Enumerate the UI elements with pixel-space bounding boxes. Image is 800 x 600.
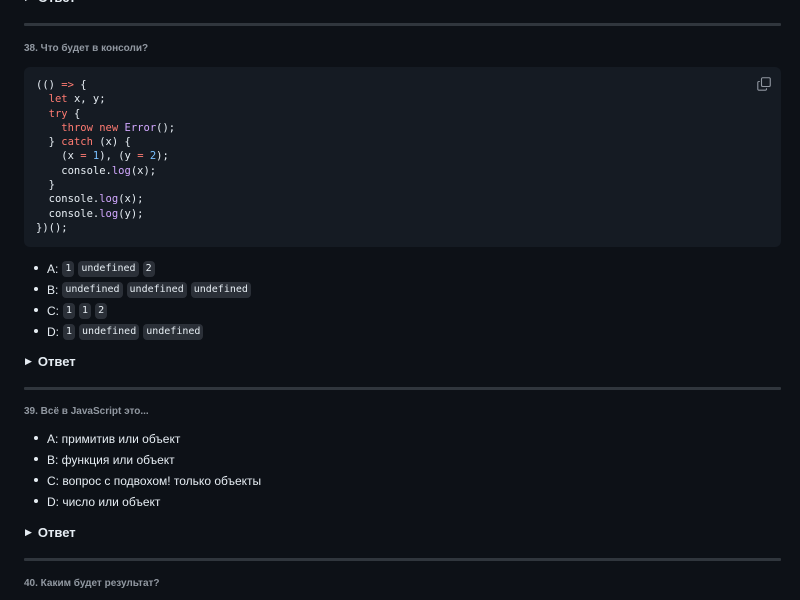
- code-token: );: [156, 150, 169, 163]
- section-divider: [24, 558, 781, 561]
- code-token: })();: [36, 221, 68, 234]
- option-item: A: примитив или объект: [24, 428, 781, 449]
- inline-code: undefined: [126, 281, 187, 298]
- question-38-options: A: 1 undefined 2 B: undefined undefined undefin…: [24, 258, 781, 342]
- inline-code: 2: [142, 260, 155, 277]
- code-token: let: [48, 93, 68, 106]
- answer-toggle-q37[interactable]: ▶ Ответ: [24, 0, 781, 8]
- code-line: (() => {: [36, 79, 87, 91]
- question-39: 39. Всё в JavaScript это... A: примитив …: [24, 406, 781, 543]
- inline-code: undefined: [78, 260, 139, 277]
- inline-code: 1: [79, 302, 92, 319]
- code-token: catch: [61, 136, 93, 149]
- option-label: C:: [47, 303, 59, 318]
- question-40-title: 40. Каким будет результат?: [24, 578, 160, 589]
- code-line: } catch (x) {: [36, 136, 131, 148]
- question-38-title: 38. Что будет в консоли?: [24, 43, 149, 54]
- option-label: D:: [47, 324, 59, 339]
- answer-toggle-q38[interactable]: ▶ Ответ: [24, 350, 781, 372]
- code-line: }: [36, 179, 55, 191]
- section-divider: [24, 23, 781, 26]
- triangle-right-icon: ▶: [25, 0, 32, 3]
- code-token: console.: [36, 193, 100, 206]
- code-token: =>: [61, 79, 74, 91]
- code-line: console.log(x);: [36, 165, 156, 177]
- inline-code: undefined: [190, 281, 251, 298]
- code-token: {: [73, 79, 87, 91]
- code-token: new: [99, 121, 119, 134]
- code-token: (x: [36, 150, 81, 163]
- code-token: ), (y: [99, 150, 138, 163]
- answer-toggle-q39[interactable]: ▶ Ответ: [24, 521, 781, 543]
- code-line: })();: [36, 222, 68, 234]
- code-line: console.log(y);: [36, 207, 144, 220]
- option-item: B: функция или объект: [24, 449, 781, 470]
- code-token: (x);: [130, 164, 157, 177]
- option-item: D: число или объект: [24, 491, 781, 512]
- code-token: }: [36, 136, 62, 149]
- question-39-options: A: примитив или объект B: функция или об…: [24, 428, 781, 512]
- triangle-right-icon: ▶: [25, 355, 32, 366]
- code-line: let x, y;: [36, 93, 106, 105]
- option-item: B: undefined undefined undefined: [24, 279, 781, 300]
- code-token: (y);: [118, 207, 144, 220]
- code-block: (() => { let x, y; try { throw new Error…: [24, 67, 781, 247]
- code-token: ();: [156, 121, 176, 134]
- inline-code: 1: [63, 302, 76, 319]
- question-39-title: 39. Всё в JavaScript это...: [24, 406, 149, 417]
- inline-code: undefined: [79, 323, 140, 340]
- inline-code: undefined: [143, 323, 204, 340]
- code-token: log: [99, 193, 119, 206]
- code-line: throw new Error();: [36, 122, 175, 134]
- code-line: console.log(x);: [36, 193, 144, 206]
- content-column: ▶ Ответ 38. Что будет в консоли? (() => …: [24, 0, 781, 589]
- option-item: D: 1 undefined undefined: [24, 321, 781, 342]
- option-item: C: вопрос с подвохом! только объекты: [24, 470, 781, 491]
- code-token: }: [36, 179, 55, 192]
- inline-code: 1: [63, 323, 76, 340]
- code-line: try {: [36, 107, 81, 120]
- option-item: A: 1 undefined 2: [24, 258, 781, 279]
- option-label: A:: [47, 261, 59, 276]
- option-item: C: 1 1 2: [24, 300, 781, 321]
- question-38: 38. Что будет в консоли? (() => { let x,…: [24, 43, 781, 372]
- code-token: ((): [36, 79, 62, 91]
- code-token: {: [67, 107, 81, 120]
- code-token: Error: [124, 121, 157, 134]
- answer-toggle-label: Ответ: [38, 0, 76, 5]
- code-token: console.: [36, 164, 112, 177]
- inline-code: 1: [62, 260, 75, 277]
- section-divider: [24, 387, 781, 390]
- inline-code: 2: [95, 302, 108, 319]
- answer-toggle-label: Ответ: [37, 524, 76, 540]
- option-label: B:: [47, 282, 59, 297]
- code-token: x, y;: [67, 93, 106, 106]
- code-token: log: [111, 164, 131, 177]
- code-token: (x) {: [92, 136, 131, 149]
- code-snippet: (() => { let x, y; try { throw new Error…: [36, 78, 769, 235]
- code-token: try: [48, 107, 68, 120]
- code-token: console.: [36, 207, 100, 220]
- answer-toggle-label: Ответ: [37, 353, 76, 369]
- code-token: (x);: [118, 193, 144, 206]
- code-token: log: [99, 207, 119, 220]
- copy-icon[interactable]: [757, 77, 771, 91]
- code-token: throw: [61, 121, 93, 134]
- code-line: (x = 1), (y = 2);: [36, 150, 169, 162]
- inline-code: undefined: [62, 281, 123, 298]
- triangle-right-icon: ▶: [25, 526, 32, 537]
- page: ▶ Ответ 38. Что будет в консоли? (() => …: [0, 0, 800, 600]
